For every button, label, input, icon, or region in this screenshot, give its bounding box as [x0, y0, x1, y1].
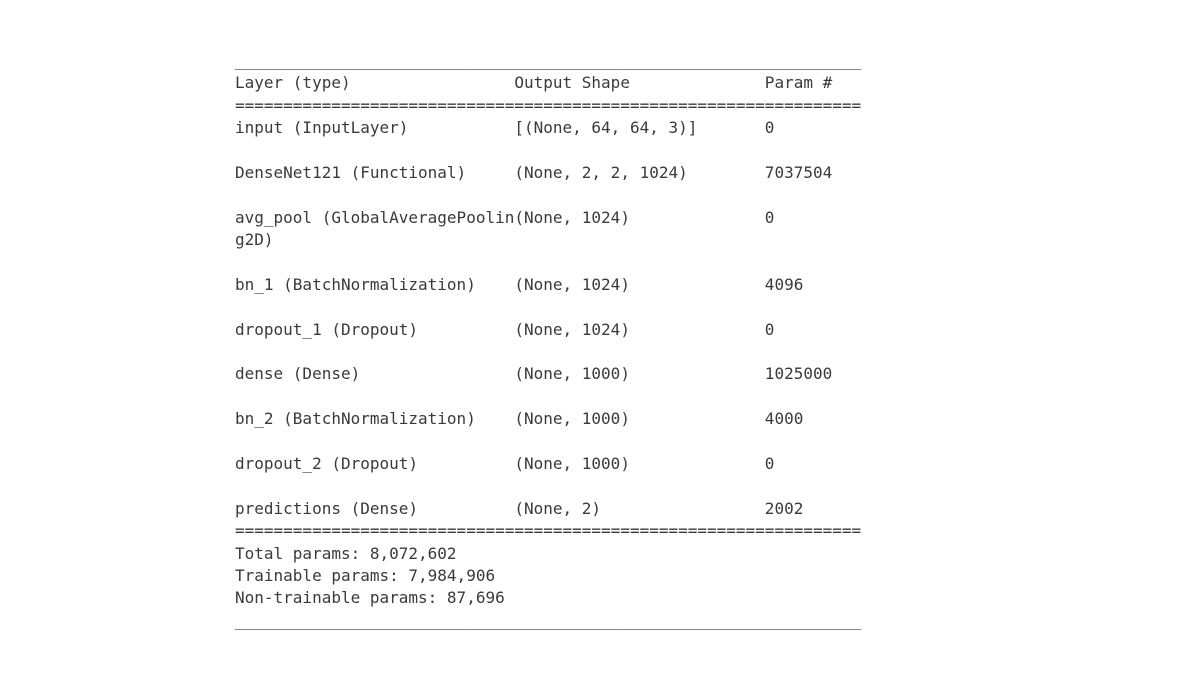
row-spacer: [235, 252, 965, 274]
table-row: predictions (Dense) (None, 2) 2002: [235, 498, 965, 520]
row-spacer: [235, 431, 965, 453]
table-row: dropout_1 (Dropout) (None, 1024) 0: [235, 319, 965, 341]
total-params: Total params: 8,072,602: [235, 543, 965, 565]
header-row: Layer (type) Output Shape Param #: [235, 72, 965, 94]
non-trainable-params: Non-trainable params: 87,696: [235, 587, 965, 609]
table-row: input (InputLayer) [(None, 64, 64, 3)] 0: [235, 117, 965, 139]
row-spacer: [235, 140, 965, 162]
layers-body: input (InputLayer) [(None, 64, 64, 3)] 0…: [235, 117, 965, 520]
table-row: avg_pool (GlobalAveragePoolin(None, 1024…: [235, 207, 965, 252]
table-row: bn_1 (BatchNormalization) (None, 1024) 4…: [235, 274, 965, 296]
table-row: bn_2 (BatchNormalization) (None, 1000) 4…: [235, 408, 965, 430]
table-row: DenseNet121 (Functional) (None, 2, 2, 10…: [235, 162, 965, 184]
underscore-line-top: ________________________________________…: [235, 50, 965, 72]
underscore-line-bottom: ________________________________________…: [235, 610, 965, 632]
row-spacer: [235, 341, 965, 363]
row-spacer: [235, 475, 965, 497]
row-spacer: [235, 184, 965, 206]
row-spacer: [235, 296, 965, 318]
table-row: dense (Dense) (None, 1000) 1025000: [235, 363, 965, 385]
separator-top: ========================================…: [235, 95, 965, 117]
table-row: dropout_2 (Dropout) (None, 1000) 0: [235, 453, 965, 475]
model-summary: ________________________________________…: [235, 50, 965, 632]
separator-bottom: ========================================…: [235, 520, 965, 542]
row-spacer: [235, 386, 965, 408]
trainable-params: Trainable params: 7,984,906: [235, 565, 965, 587]
